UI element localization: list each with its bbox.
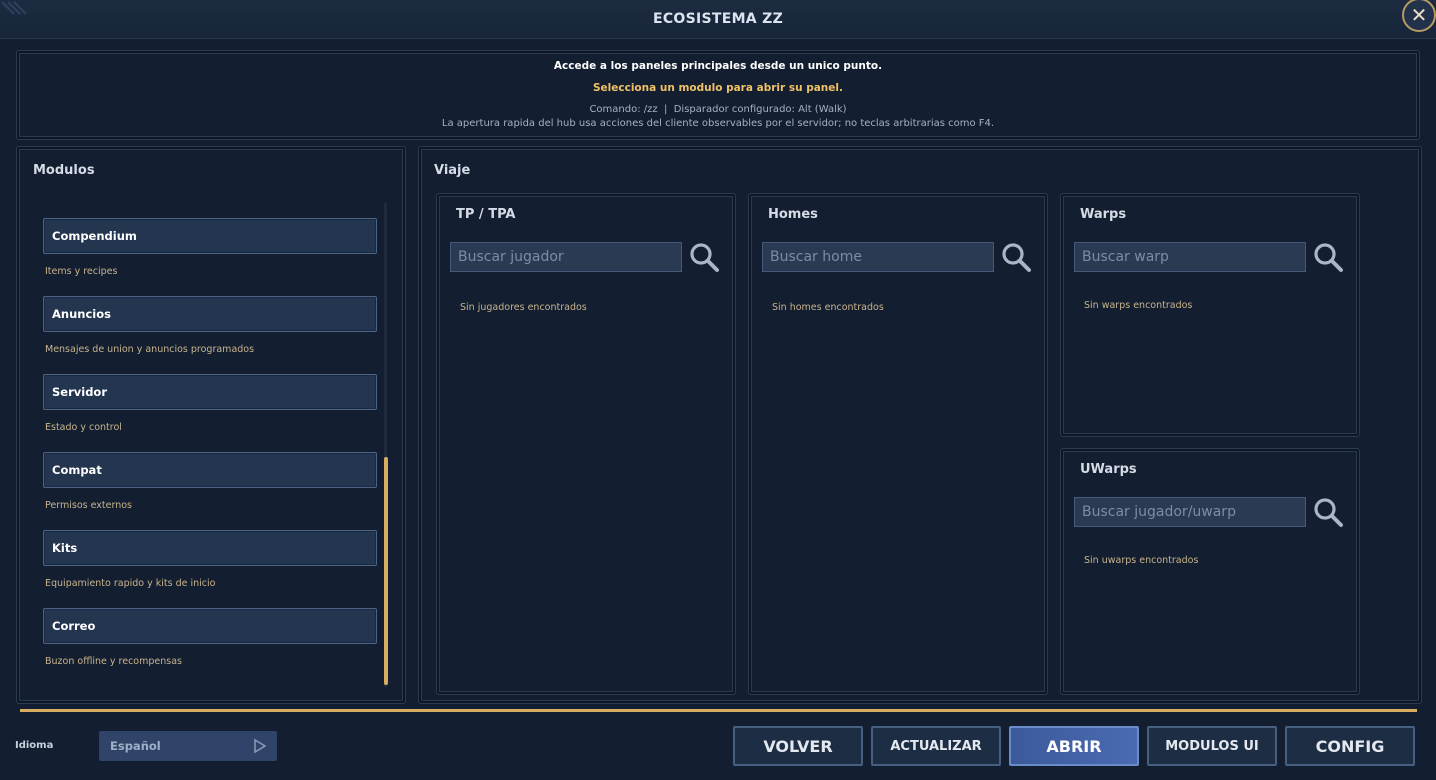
warps-search-input[interactable]: Buscar warp xyxy=(1074,242,1306,272)
language-label: Idioma xyxy=(15,740,54,751)
search-icon[interactable] xyxy=(1000,242,1034,274)
module-desc-anuncios: Mensajes de union y anuncios programados xyxy=(45,344,255,355)
modules-scrollbar-thumb[interactable] xyxy=(384,457,388,685)
info-line-2: Selecciona un modulo para abrir su panel… xyxy=(592,82,843,94)
config-button[interactable]: CONFIG xyxy=(1285,726,1415,766)
language-value: Español xyxy=(110,739,161,753)
module-button-correo[interactable]: Correo xyxy=(43,608,377,644)
info-line-1: Accede a los paneles principales desde u… xyxy=(553,60,883,72)
module-desc-compendium: Items y recipes xyxy=(45,266,118,277)
hub-window: ECOSISTEMA ZZ ✕ Accede a los paneles pri… xyxy=(0,0,1436,780)
module-button-compendium[interactable]: Compendium xyxy=(43,218,377,254)
warps-empty-message: Sin warps encontrados xyxy=(1084,300,1193,311)
play-arrow-icon xyxy=(254,738,267,754)
homes-empty-message: Sin homes encontrados xyxy=(772,302,884,313)
module-desc-correo: Buzon offline y recompensas xyxy=(45,656,182,667)
module-button-kits[interactable]: Kits xyxy=(43,530,377,566)
footer-divider xyxy=(20,709,1417,712)
window-title: ECOSISTEMA ZZ xyxy=(652,11,784,27)
viaje-title: Viaje xyxy=(434,163,471,178)
tpa-empty-message: Sin jugadores encontrados xyxy=(460,302,587,313)
corner-ornament-icon xyxy=(1,1,27,15)
info-line-3: Comando: /zz | Disparador configurado: A… xyxy=(589,104,847,115)
homes-search-input[interactable]: Buscar home xyxy=(762,242,994,272)
tpa-title: TP / TPA xyxy=(456,207,516,222)
tpa-section: TP / TPA Buscar jugador Sin jugadores en… xyxy=(436,193,736,695)
module-button-compat[interactable]: Compat xyxy=(43,452,377,488)
title-bar: ECOSISTEMA ZZ ✕ xyxy=(0,0,1436,39)
modules-panel: Modulos Compendium Items y recipes Anunc… xyxy=(16,146,406,704)
homes-section: Homes Buscar home Sin homes encontrados xyxy=(748,193,1048,695)
tpa-search-input[interactable]: Buscar jugador xyxy=(450,242,682,272)
module-desc-compat: Permisos externos xyxy=(45,500,132,511)
module-desc-servidor: Estado y control xyxy=(45,422,122,433)
search-icon[interactable] xyxy=(1312,497,1346,529)
module-button-servidor[interactable]: Servidor xyxy=(43,374,377,410)
homes-title: Homes xyxy=(768,207,818,222)
modulos-ui-button[interactable]: MODULOS UI xyxy=(1147,726,1277,766)
uwarps-empty-message: Sin uwarps encontrados xyxy=(1084,555,1199,566)
uwarps-search-input[interactable]: Buscar jugador/uwarp xyxy=(1074,497,1306,527)
abrir-button[interactable]: ABRIR xyxy=(1009,726,1139,766)
warps-section: Warps Buscar warp Sin warps encontrados xyxy=(1060,193,1360,437)
module-desc-kits: Equipamiento rapido y kits de inicio xyxy=(45,578,216,589)
warps-title: Warps xyxy=(1080,207,1127,222)
volver-button[interactable]: VOLVER xyxy=(733,726,863,766)
info-line-4: La apertura rapida del hub usa acciones … xyxy=(441,118,995,129)
actualizar-button[interactable]: ACTUALIZAR xyxy=(871,726,1001,766)
viaje-panel: Viaje TP / TPA Buscar jugador Sin jugado… xyxy=(418,146,1422,704)
info-header: Accede a los paneles principales desde u… xyxy=(16,50,1420,140)
close-icon[interactable]: ✕ xyxy=(1402,0,1436,32)
search-icon[interactable] xyxy=(688,242,722,274)
modules-title: Modulos xyxy=(33,163,95,178)
language-selector[interactable]: Español xyxy=(99,731,277,761)
search-icon[interactable] xyxy=(1312,242,1346,274)
uwarps-section: UWarps Buscar jugador/uwarp Sin uwarps e… xyxy=(1060,448,1360,695)
uwarps-title: UWarps xyxy=(1080,462,1137,477)
module-button-anuncios[interactable]: Anuncios xyxy=(43,296,377,332)
